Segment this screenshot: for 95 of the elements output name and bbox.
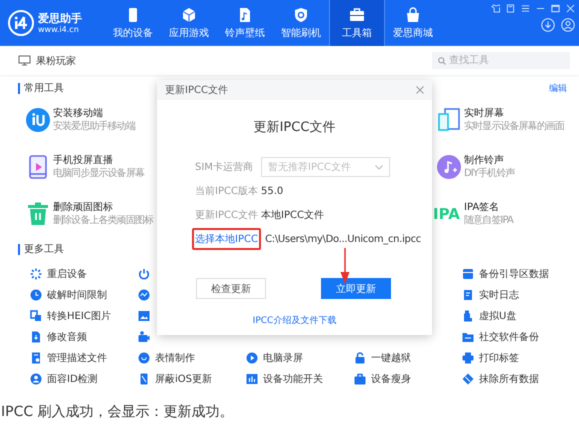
update-button[interactable]: 立即更新 [321,278,391,299]
check-button[interactable]: 检查更新 [196,278,266,299]
image-icon[interactable] [138,310,150,322]
dialog-title: 更新IPCC文件 [165,84,228,97]
toolbox-icon [349,6,365,22]
briefcase-icon[interactable] [354,372,366,384]
tool-description: 随意自签IPA [464,214,513,227]
tool-link[interactable]: 打印标签 [479,350,519,364]
field-value: 55.0 [261,186,284,196]
section-heading: 常用工具 [18,82,64,94]
tool-description: 删除设备上各类顽固图标 [53,214,154,227]
screens-icon[interactable] [437,108,461,132]
clipboard-icon[interactable] [462,288,474,300]
tool-name[interactable]: 制作铃声 [464,154,514,167]
tool-name[interactable]: IPA签名 [464,201,513,214]
tool-link[interactable]: 实时日志 [479,288,519,302]
dialog-heading: 更新IPCC文件 [252,120,336,136]
shopping-bag-icon [405,6,421,22]
maximize-icon[interactable] [551,4,560,13]
choose-file-link[interactable]: 选择本地IPCC [192,228,261,250]
file-path: C:\Users\my\Do...Unicom_cn.ipcc [265,234,421,244]
tool-link[interactable]: 社交软件备份 [479,330,539,344]
archive-icon[interactable] [462,268,474,280]
nav-tab[interactable]: 爱思商城 [385,0,441,46]
tool-link[interactable]: 修改音频 [47,330,87,344]
spinner-icon[interactable] [30,268,42,280]
cube-icon [181,6,197,22]
edit-link[interactable]: 编辑 [549,82,567,94]
caption-text: IPCC 刷入成功，会显示：更新成功。 [0,403,235,421]
tool-link[interactable]: 抹除所有数据 [479,372,539,386]
tool-link[interactable]: 设备功能开关 [263,372,323,386]
field-label: 当前IPCC版本 [195,184,259,198]
nav-tab[interactable]: 铃声壁纸 [217,0,273,46]
tool-description: 安装爱思助手移动端 [53,120,135,133]
tool-link[interactable]: 面容ID检测 [47,372,98,386]
document-icon[interactable] [30,330,42,342]
tool-name[interactable]: 删除顽固图标 [53,201,154,214]
power-icon[interactable] [138,268,150,280]
field-label: 更新IPCC文件 [195,208,259,222]
note-icon[interactable] [506,4,515,13]
smiley-icon[interactable] [138,352,150,364]
field-label: SIM卡运营商 [195,160,254,174]
section-title: 果粉玩家 [36,54,76,68]
brand-url: www.i4.cn [38,24,80,34]
music-file-icon [237,6,253,22]
annotation-arrow [339,248,351,284]
play-icon[interactable] [246,352,258,364]
lock-icon[interactable] [354,352,366,364]
tool-link[interactable]: 转换HEIC图片 [47,308,111,322]
download-icon[interactable] [541,18,555,32]
tool-description: DIY手机铃声 [464,167,514,180]
app-logo-icon[interactable] [26,108,50,132]
download-link[interactable]: IPCC介绍及文件下载 [252,314,336,327]
folder-icon[interactable] [462,330,474,342]
tool-description: 电脑同步显示设备屏幕 [53,167,144,180]
search-field[interactable]: 查找工具 [432,52,570,69]
brand-name: 爱思助手 [38,12,82,24]
menu-icon[interactable] [521,4,530,13]
nav-tab[interactable]: 应用游戏 [161,0,217,46]
tool-name[interactable]: 安装移动端 [53,107,135,120]
chart-circle-icon[interactable] [138,288,150,300]
phone-icon[interactable] [138,372,150,384]
shield-icon [293,6,309,22]
tool-link[interactable]: 表情制作 [155,350,195,364]
field-value: 本地IPCC文件 [261,208,325,222]
tool-link[interactable]: 一键越狱 [371,350,411,364]
tool-link[interactable]: 重启设备 [47,266,87,280]
app-logo-text: IPA [433,205,461,223]
camera-icon[interactable] [138,330,150,342]
chevron-down-icon [375,164,383,170]
tool-link[interactable]: 设备瘦身 [371,372,411,386]
tool-name[interactable]: 手机投屏直播 [53,154,144,167]
tool-link[interactable]: 虚拟U盘 [479,308,516,322]
tool-name[interactable]: 实时屏幕 [464,107,564,120]
music-note-icon[interactable] [437,155,461,179]
image-convert-icon[interactable] [30,310,42,322]
person-icon[interactable] [30,372,42,384]
close-icon[interactable] [416,86,424,94]
tool-link[interactable]: 电脑录屏 [263,350,303,364]
tool-link[interactable]: 备份引导区数据 [479,266,549,280]
tool-description: 实时显示设备屏幕的画面 [464,120,564,133]
bar-chart-icon[interactable] [246,372,258,384]
nav-tab[interactable]: 工具箱 [329,0,385,46]
user-icon[interactable] [561,18,575,32]
tablet-play-icon[interactable] [26,155,50,179]
section-heading: 更多工具 [18,244,64,254]
monitor-icon [18,55,31,66]
tool-link[interactable]: 管理描述文件 [47,350,107,364]
logo-icon [8,10,34,36]
shirt-icon[interactable] [491,4,500,13]
tool-link[interactable]: 屏蔽iOS更新 [155,372,212,386]
tool-link[interactable]: 破解时间限制 [47,288,107,302]
clock-icon[interactable] [30,288,42,300]
nav-tab[interactable]: 我的设备 [105,0,161,46]
nav-tab[interactable]: 智能刷机 [273,0,329,46]
